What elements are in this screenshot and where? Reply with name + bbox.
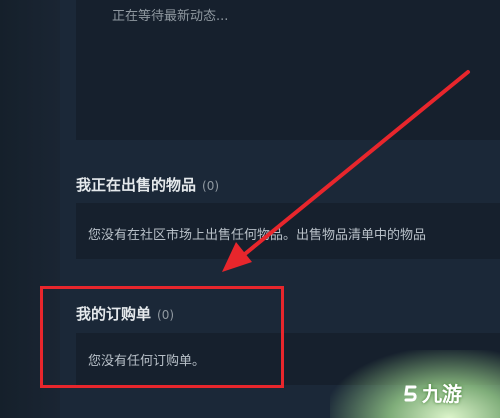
highlight-box: [40, 286, 284, 388]
watermark-logo-icon: [404, 385, 417, 402]
selling-title-label: 我正在出售的物品: [76, 176, 197, 194]
watermark: 九游: [402, 378, 462, 407]
selling-title: 我正在出售的物品 (0): [76, 174, 219, 195]
activity-status: 正在等待最新动态...: [112, 9, 229, 24]
selling-empty-message: 您没有在社区市场上出售任何物品。出售物品清单中的物品: [88, 228, 427, 243]
selling-count: (0): [202, 179, 220, 193]
watermark-text: 九游: [422, 382, 462, 406]
